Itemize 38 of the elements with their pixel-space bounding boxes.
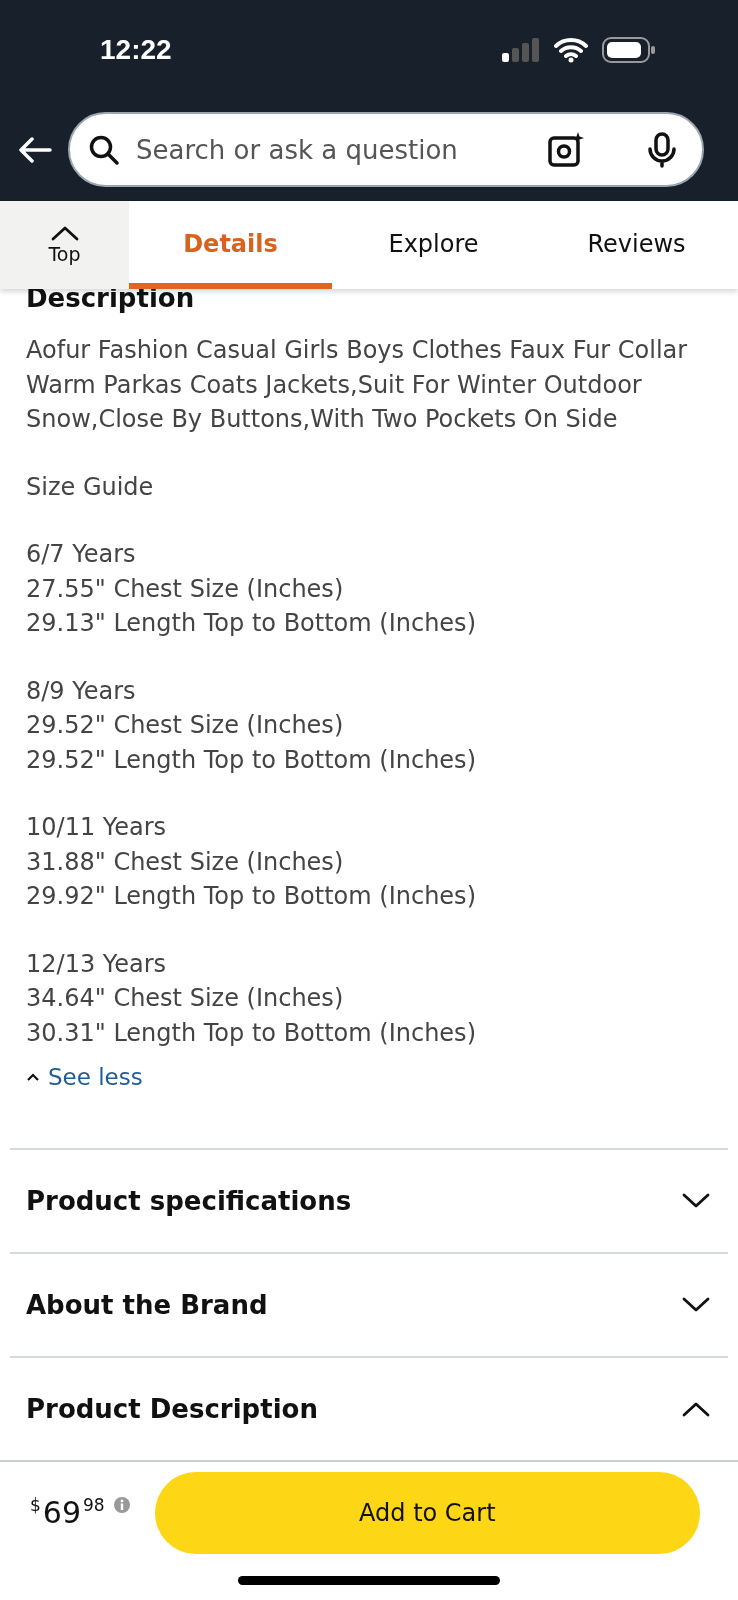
add-to-cart-button[interactable]: Add to Cart (154, 1472, 700, 1554)
signal-icon (502, 38, 540, 62)
description-text: Aofur Fashion Casual Girls Boys Clothes Faux Fur Collar Warm Parkas Coats Jackets,Suit For Winter Outdoor Snow,Close By Buttons,With Two Pockets On Side (26, 335, 689, 435)
section-tab[interactable]: Details (129, 201, 332, 289)
size-guide-line: 8/9 Years (26, 675, 137, 707)
size-guide-label: Size Guide (26, 471, 155, 503)
size-guide-line: 31.88" Chest Size (Inches) (26, 846, 345, 878)
size-guide-line: 12/13 Years (26, 948, 168, 980)
camera-icon[interactable] (548, 131, 584, 168)
size-guide-line: 29.52" Chest Size (Inches) (26, 710, 345, 741)
size-guide-line: 6/7 Years (26, 539, 137, 570)
battery-icon (602, 37, 656, 63)
back-to-top-tab[interactable]: Top (0, 201, 129, 289)
size-guide-line: 30.31" Length Top to Bottom (Inches) (26, 1017, 477, 1049)
size-guide-line: 10/11 Years (26, 812, 168, 843)
back-arrow-icon[interactable] (18, 136, 52, 163)
size-guide-line: 27.55" Chest Size (Inches) (26, 573, 345, 605)
accordion-header[interactable]: Product specifications (10, 1148, 728, 1252)
info-icon[interactable] (112, 1496, 131, 1514)
chevron-down-icon (682, 1297, 710, 1313)
chevron-up-icon (682, 1401, 710, 1417)
size-guide-line: 34.64" Chest Size (Inches) (26, 983, 345, 1014)
size-guide-line: 29.92" Length Top to Bottom (Inches) (26, 881, 477, 912)
caret-up-icon (50, 225, 79, 241)
microphone-icon[interactable] (648, 131, 676, 168)
section-tab[interactable]: Explore (332, 201, 535, 289)
accordion-header[interactable]: About the Brand (10, 1252, 728, 1356)
section-tab[interactable]: Reviews (535, 201, 738, 289)
size-guide-line: 29.52" Length Top to Bottom (Inches) (26, 744, 477, 776)
search-icon (88, 133, 120, 166)
chevron-down-icon (682, 1193, 710, 1209)
see-less-link[interactable]: See less (26, 1064, 712, 1090)
size-guide-line: 29.13" Length Top to Bottom (Inches) (26, 608, 477, 639)
caret-up-icon (26, 1072, 40, 1082)
search-bar[interactable]: Search or ask a question (68, 112, 704, 187)
wifi-icon (554, 37, 588, 63)
status-time: 12:22 (100, 34, 172, 66)
accordion-header[interactable]: Product Description (10, 1356, 728, 1460)
